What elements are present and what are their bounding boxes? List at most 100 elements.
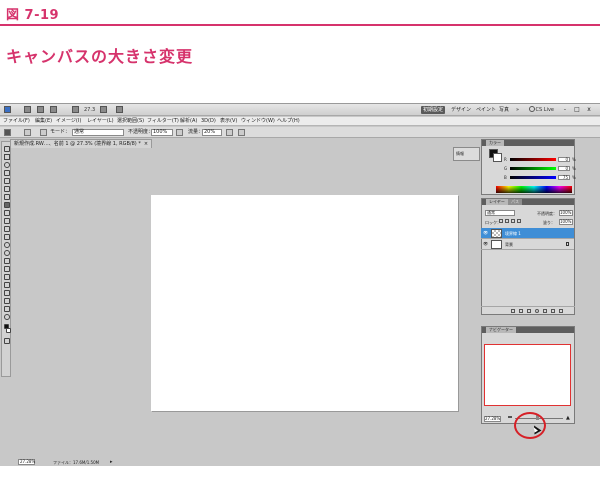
arrange-documents-icon[interactable] [116,106,123,113]
bridge-icon[interactable] [24,106,31,113]
marquee-tool-icon[interactable] [4,154,10,160]
lasso-tool-icon[interactable] [4,162,10,168]
lock-position-icon[interactable] [511,219,515,223]
mode-select[interactable]: 通常 [72,129,124,136]
zoom-in-icon[interactable]: ▲ [566,415,570,421]
tab-color[interactable]: カラー [486,140,504,146]
zoom-dropdown[interactable]: 27.3 [84,107,95,113]
layer-row[interactable]: 👁 背景 [481,239,574,250]
tab-paths[interactable]: パス [508,199,522,205]
dodge-tool-icon[interactable] [4,250,10,256]
workspace-design-button[interactable]: デザイン [449,106,473,114]
menu-help[interactable]: ヘルプ(H) [277,118,300,125]
close-button[interactable]: x [585,106,593,114]
color-background-swatch[interactable] [493,153,502,162]
zoom-out-icon[interactable] [508,416,512,420]
color-g-value[interactable]: 0 [558,166,570,171]
type-tool-icon[interactable] [4,266,10,272]
opacity-input[interactable]: 100% [151,129,173,136]
3d-rotate-tool-icon[interactable] [4,290,10,296]
move-tool-icon[interactable] [4,146,10,152]
background-color-swatch[interactable] [6,328,11,333]
document-canvas[interactable] [151,195,458,411]
menu-filter[interactable]: フィルター(T) [147,118,179,125]
quick-select-tool-icon[interactable] [4,170,10,176]
3d-camera-tool-icon[interactable] [4,298,10,304]
tablet-size-icon[interactable] [238,129,245,136]
blur-tool-icon[interactable] [4,242,10,248]
cs-live-button[interactable]: CS Live [528,106,554,114]
workspace-photography-button[interactable]: 写真 [497,106,511,114]
rotate-view-icon[interactable] [100,106,107,113]
fill-input[interactable]: 100% [559,219,573,225]
brush-preset-icon[interactable] [4,129,11,136]
hand-tool-panel-icon[interactable] [4,306,10,312]
lock-transparency-icon[interactable] [499,219,503,223]
workspace-essentials-button[interactable]: 初期設定 [421,106,446,114]
status-zoom[interactable]: 27.28% [18,459,35,465]
minimize-button[interactable]: - [561,106,569,114]
brush-size-icon[interactable] [24,129,31,136]
path-select-tool-icon[interactable] [4,274,10,280]
color-b-slider[interactable] [510,176,556,179]
menu-layer[interactable]: レイヤー(L) [87,118,114,125]
mini-bridge-icon[interactable] [37,106,44,113]
document-tab[interactable]: 新規作成.RW…、名前 1 @ 27.3% (境界線 1, RGB/8) * × [10,139,153,148]
eye-icon[interactable]: 👁 [483,242,488,246]
tab-navigator[interactable]: ナビゲーター [486,327,516,333]
brush-panel-icon[interactable] [40,129,47,136]
zoom-tool-icon[interactable] [4,314,10,320]
new-layer-icon[interactable] [551,309,555,313]
view-extras-icon[interactable] [50,106,57,113]
navigator-view-box[interactable] [484,344,571,406]
menu-edit[interactable]: 編集(E) [35,118,52,125]
color-g-slider[interactable] [510,167,556,170]
layer-opacity-input[interactable]: 100% [559,210,573,216]
shape-tool-icon[interactable] [4,282,10,288]
add-mask-icon[interactable] [527,309,531,313]
menu-3d[interactable]: 3D(D) [201,118,216,125]
adjustment-layer-icon[interactable] [535,309,539,313]
menu-window[interactable]: ウィンドウ(W) [241,118,275,125]
clone-stamp-tool-icon[interactable] [4,210,10,216]
flow-input[interactable]: 20% [202,129,222,136]
quick-mask-icon[interactable] [4,338,10,344]
maximize-button[interactable]: □ [573,106,581,114]
healing-brush-tool-icon[interactable] [4,194,10,200]
eyedropper-tool-icon[interactable] [4,186,10,192]
pen-tool-icon[interactable] [4,258,10,264]
workspace-painting-button[interactable]: ペイント [474,106,498,114]
menu-file[interactable]: ファイル(F) [3,118,30,125]
tab-layers[interactable]: レイヤー [486,199,508,205]
close-document-icon[interactable]: × [144,141,148,147]
eraser-tool-icon[interactable] [4,226,10,232]
navigator-zoom-input[interactable]: 27.28% [484,416,501,422]
crop-tool-icon[interactable] [4,178,10,184]
menu-select[interactable]: 選択範囲(S) [117,118,144,125]
eye-icon[interactable]: 👁 [483,231,488,235]
info-panel-collapsed[interactable]: 情報 [453,147,480,161]
trash-icon[interactable] [559,309,563,313]
status-menu-arrow-icon[interactable]: ▸ [110,459,113,466]
layer-row[interactable]: 👁 境界線 1 [481,228,574,239]
brush-tool-icon[interactable] [4,202,10,208]
gradient-tool-icon[interactable] [4,234,10,240]
workspace-more-button[interactable]: » [514,106,521,114]
menu-image[interactable]: イメージ(I) [56,118,81,125]
menu-view[interactable]: 表示(V) [220,118,237,125]
lock-all-icon[interactable] [517,219,521,223]
color-r-value[interactable]: 0 [558,157,570,162]
color-b-value[interactable]: 75 [558,175,570,180]
link-layers-icon[interactable] [511,309,515,313]
color-r-slider[interactable] [510,158,556,161]
tablet-opacity-icon[interactable] [176,129,183,136]
app-logo-icon[interactable] [4,106,11,113]
new-group-icon[interactable] [543,309,547,313]
hand-tool-icon[interactable] [72,106,79,113]
blend-mode-select[interactable]: 通常 [485,210,515,216]
airbrush-icon[interactable] [226,129,233,136]
menu-analysis[interactable]: 解析(A) [180,118,197,125]
layer-style-icon[interactable] [519,309,523,313]
history-brush-tool-icon[interactable] [4,218,10,224]
lock-pixels-icon[interactable] [505,219,509,223]
